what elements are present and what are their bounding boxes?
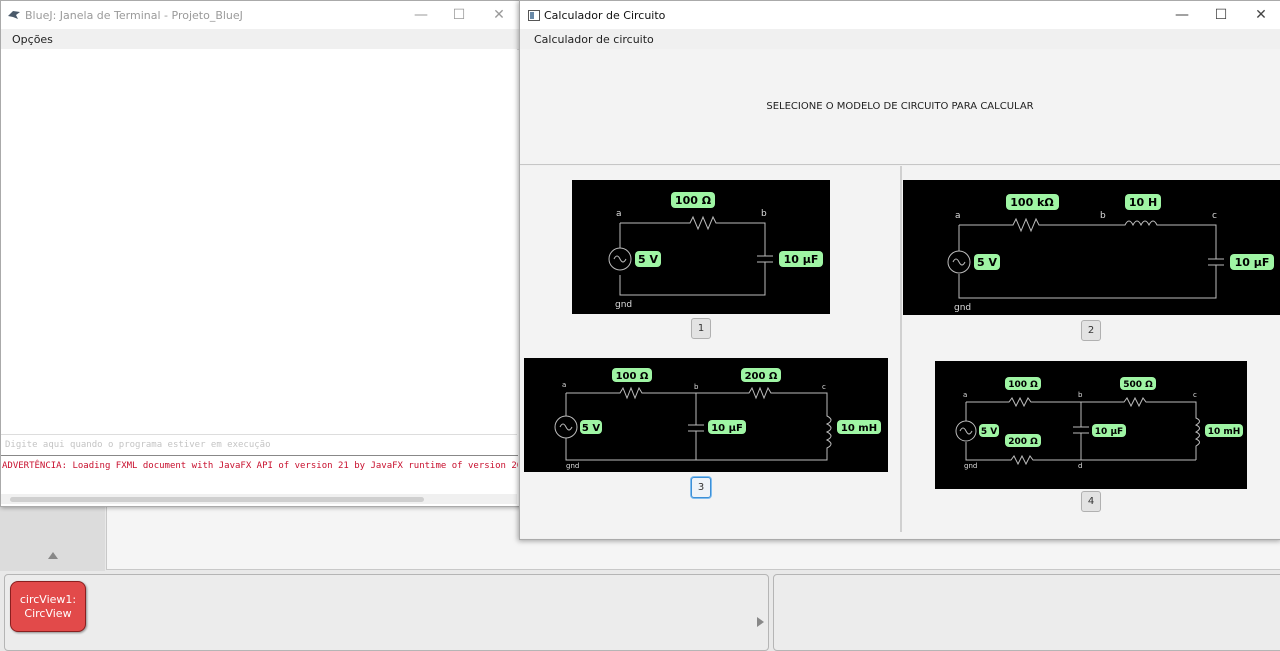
scrollbar-thumb[interactable]: [10, 497, 424, 502]
node-a-label: a: [955, 211, 961, 221]
node-c-label: c: [1193, 391, 1197, 399]
terminal-error-output: ADVERTÊNCIA: Loading FXML document with …: [1, 455, 518, 496]
grid-divider: [900, 166, 902, 532]
minimize-icon[interactable]: —: [1162, 1, 1202, 29]
node-d-label: d: [1078, 462, 1082, 470]
circuit-image-1[interactable]: a b gnd 100 Ω 5 V 10 μF: [572, 180, 830, 314]
node-b-label: b: [1100, 211, 1106, 221]
source-label: 5 V: [981, 427, 997, 437]
inductor-label: 10 H: [1129, 196, 1157, 209]
calculator-header: SELECIONE O MODELO DE CIRCUITO PARA CALC…: [520, 49, 1280, 165]
node-gnd-label: gnd: [615, 300, 632, 310]
object-name: circView1:: [19, 592, 77, 606]
expand-arrow-icon[interactable]: [48, 552, 58, 559]
object-circview1[interactable]: circView1: CircView: [10, 581, 86, 632]
circuit-image-2[interactable]: a b c gnd 100 kΩ 10 H 5 V 10 μF: [903, 180, 1280, 315]
minimize-icon[interactable]: —: [401, 1, 441, 29]
inductor-label: 10 mH: [841, 423, 877, 434]
node-gnd-label: gnd: [964, 462, 977, 470]
resistor1-label: 100 Ω: [616, 371, 649, 382]
resistor-label: 100 Ω: [675, 194, 712, 207]
menu-calculador[interactable]: Calculador de circuito: [520, 33, 665, 46]
calculator-menubar: Calculador de circuito: [520, 29, 1280, 50]
circuit-image-3[interactable]: a b c gnd 100 Ω 200 Ω 5 V 10 μF 10 mH: [524, 358, 888, 472]
circuit-button-4[interactable]: 4: [1081, 491, 1101, 512]
circuit-button-2[interactable]: 2: [1081, 320, 1101, 341]
capacitor-label: 10 μF: [784, 253, 819, 266]
resistor1-label: 100 Ω: [1008, 380, 1038, 390]
terminal-menubar: Opções: [1, 29, 519, 50]
capacitor-label: 10 μF: [1235, 256, 1270, 269]
resistor3-label: 200 Ω: [1008, 437, 1038, 447]
maximize-icon[interactable]: ☐: [1201, 1, 1241, 29]
terminal-title: BlueJ: Janela de Terminal - Projeto_Blue…: [25, 8, 243, 22]
node-c-label: c: [1212, 211, 1217, 221]
select-prompt: SELECIONE O MODELO DE CIRCUITO PARA CALC…: [766, 101, 1034, 112]
node-a-label: a: [616, 209, 622, 219]
calculator-titlebar: Calculador de Circuito — ☐ ✕: [520, 1, 1280, 29]
maximize-icon[interactable]: ☐: [439, 1, 479, 29]
codepad-area[interactable]: [773, 574, 1280, 651]
node-b-label: b: [1078, 391, 1083, 399]
node-b-label: b: [761, 209, 767, 219]
close-icon[interactable]: ✕: [1241, 1, 1280, 29]
menu-opcoes[interactable]: Opções: [1, 33, 64, 46]
node-a-label: a: [562, 381, 566, 389]
bluej-bird-icon: [8, 11, 20, 19]
resistor2-label: 200 Ω: [745, 371, 778, 382]
circuit-button-1[interactable]: 1: [691, 318, 711, 339]
capacitor-label: 10 μF: [711, 423, 743, 434]
object-bench: [4, 574, 769, 651]
close-icon[interactable]: ✕: [479, 1, 519, 29]
node-c-label: c: [822, 383, 826, 391]
node-gnd-label: gnd: [566, 462, 579, 470]
circuit-button-3[interactable]: 3: [691, 477, 711, 498]
source-label: 5 V: [582, 423, 600, 434]
circuit-image-4[interactable]: a b c gnd d 100 Ω 500 Ω 200 Ω 5 V 10 μF …: [935, 361, 1247, 489]
inductor-label: 10 mH: [1208, 427, 1241, 437]
terminal-input[interactable]: Digite aqui quando o programa estiver em…: [1, 434, 517, 454]
resistor2-label: 500 Ω: [1123, 380, 1153, 390]
bluej-left-panel: [0, 505, 105, 571]
resistor-label: 100 kΩ: [1010, 196, 1054, 209]
source-label: 5 V: [977, 256, 997, 269]
capacitor-label: 10 μF: [1095, 427, 1123, 437]
scroll-right-icon[interactable]: [757, 617, 764, 627]
node-a-label: a: [963, 391, 967, 399]
object-type: CircView: [24, 606, 72, 620]
terminal-titlebar: BlueJ: Janela de Terminal - Projeto_Blue…: [1, 1, 519, 29]
app-window-icon: [528, 9, 540, 21]
source-label: 5 V: [638, 253, 658, 266]
calculator-title: Calculador de Circuito: [544, 8, 666, 22]
terminal-output[interactable]: [1, 49, 517, 434]
node-b-label: b: [694, 383, 699, 391]
node-gnd-label: gnd: [954, 303, 971, 313]
